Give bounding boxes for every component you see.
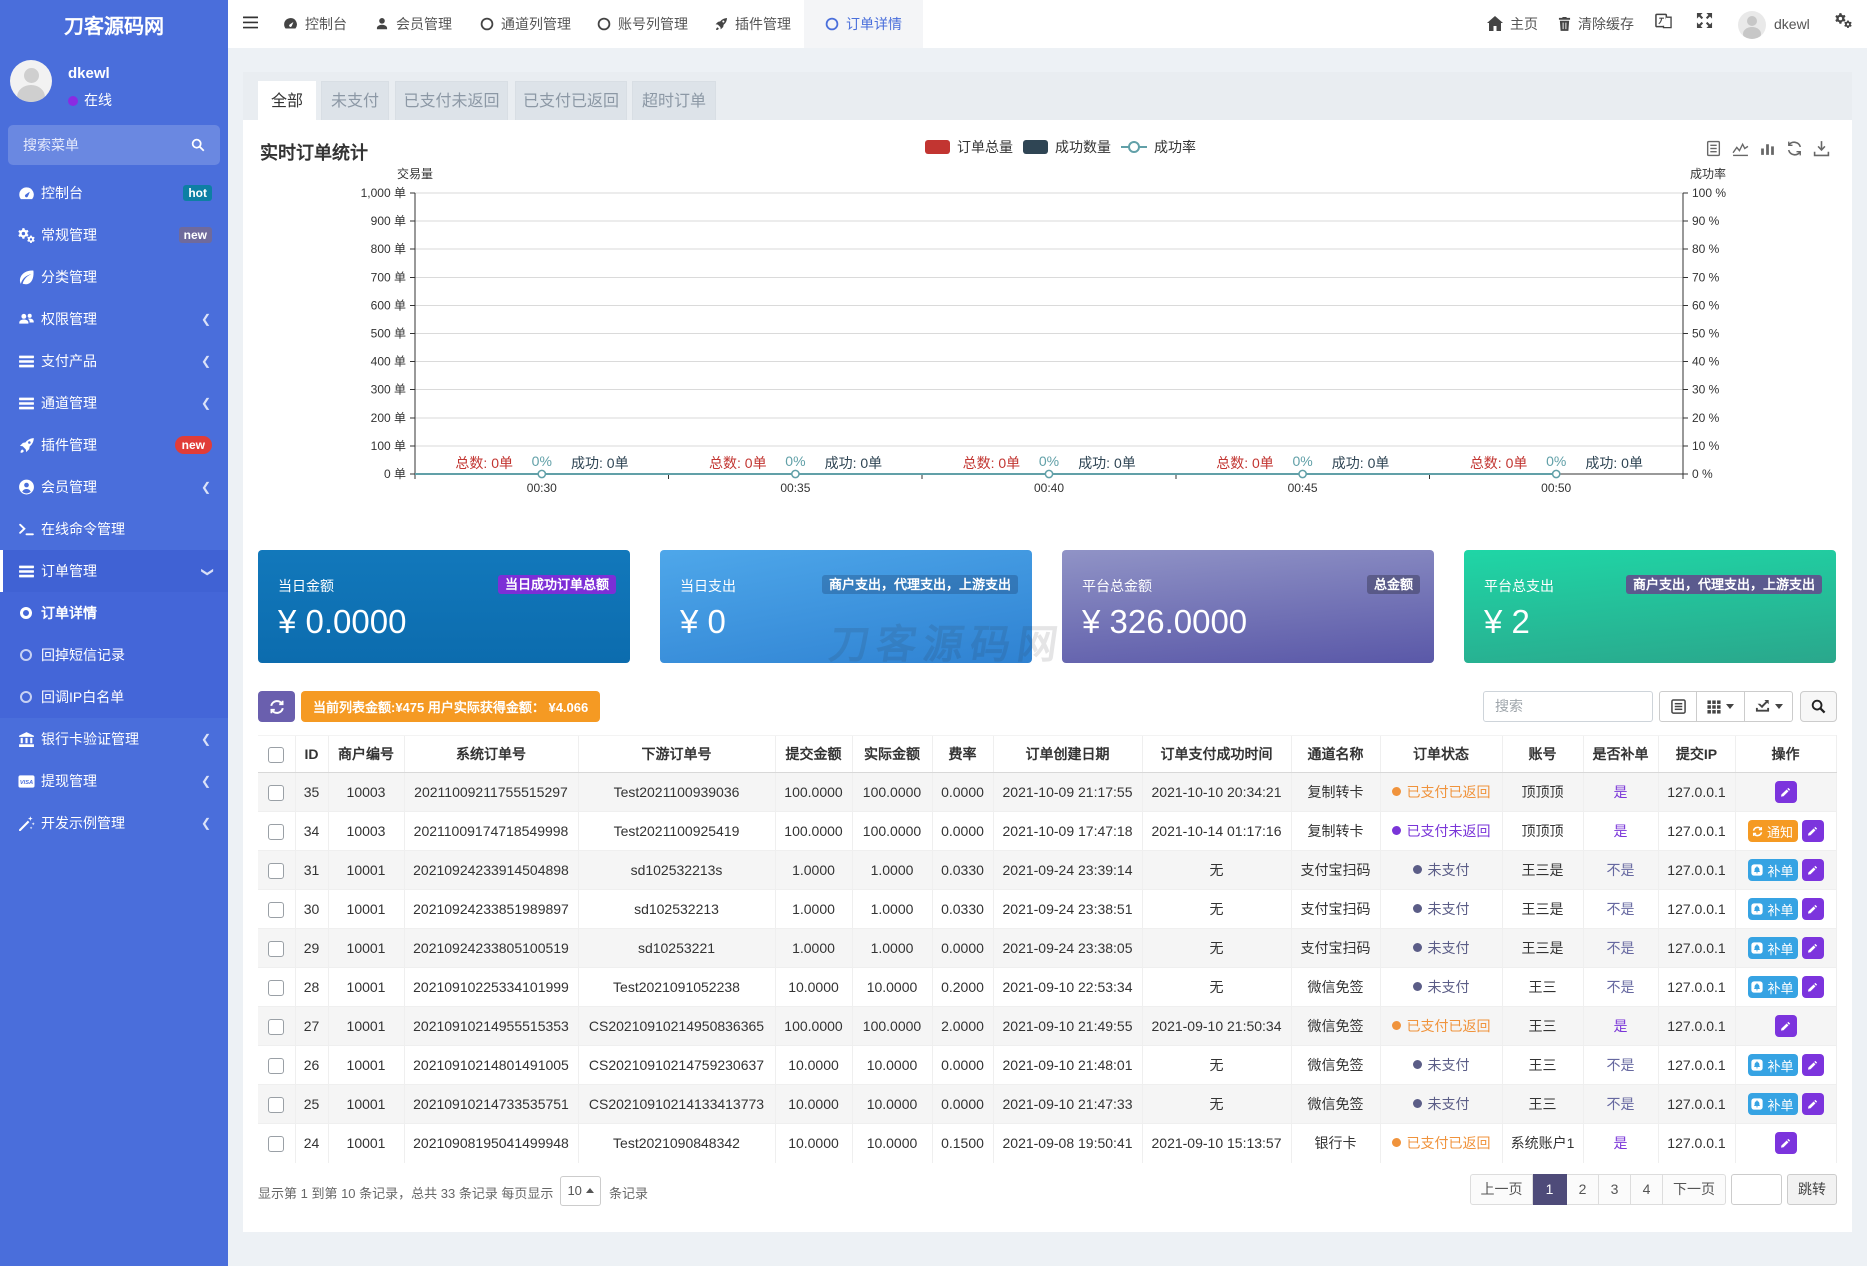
svg-text:30 %: 30 %: [1692, 383, 1720, 397]
svg-text:成功: 0单: 成功: 0单: [571, 455, 629, 471]
svg-text:0%: 0%: [1292, 453, 1312, 469]
svg-text:成功: 0单: 成功: 0单: [825, 455, 883, 471]
svg-text:成功: 0单: 成功: 0单: [1332, 455, 1390, 471]
svg-text:10 %: 10 %: [1692, 439, 1720, 453]
svg-text:0 %: 0 %: [1692, 467, 1713, 481]
svg-text:200 单: 200 单: [371, 411, 406, 425]
svg-text:300 单: 300 单: [371, 383, 406, 397]
svg-text:0%: 0%: [532, 453, 552, 469]
svg-text:100 单: 100 单: [371, 439, 406, 453]
svg-text:20 %: 20 %: [1692, 411, 1720, 425]
svg-text:总数: 0单: 总数: 0单: [1216, 455, 1274, 471]
svg-text:70 %: 70 %: [1692, 270, 1720, 284]
svg-text:1,000 单: 1,000 单: [361, 186, 406, 200]
svg-text:VISA: VISA: [20, 779, 33, 785]
svg-text:900 单: 900 单: [371, 214, 406, 228]
svg-text:40 %: 40 %: [1692, 355, 1720, 369]
svg-text:800 单: 800 单: [371, 242, 406, 256]
svg-text:700 单: 700 单: [371, 270, 406, 284]
svg-text:00:40: 00:40: [1034, 481, 1064, 495]
svg-text:00:50: 00:50: [1541, 481, 1571, 495]
svg-text:成功: 0单: 成功: 0单: [1585, 455, 1643, 471]
svg-text:总数: 0单: 总数: 0单: [963, 455, 1021, 471]
svg-text:总数: 0单: 总数: 0单: [709, 455, 767, 471]
svg-text:600 单: 600 单: [371, 298, 406, 312]
svg-text:00:30: 00:30: [527, 481, 557, 495]
svg-text:交易量: 交易量: [397, 166, 433, 181]
svg-text:100 %: 100 %: [1692, 186, 1726, 200]
svg-text:400 单: 400 单: [371, 355, 406, 369]
svg-text:500 单: 500 单: [371, 327, 406, 341]
svg-text:成功: 0单: 成功: 0单: [1078, 455, 1136, 471]
svg-text:60 %: 60 %: [1692, 298, 1720, 312]
svg-text:成功率: 成功率: [1690, 166, 1726, 181]
svg-text:50 %: 50 %: [1692, 327, 1720, 341]
svg-text:0 单: 0 单: [384, 467, 406, 481]
svg-text:80 %: 80 %: [1692, 242, 1720, 256]
svg-text:总数: 0单: 总数: 0单: [1470, 455, 1528, 471]
svg-text:0%: 0%: [785, 453, 805, 469]
svg-text:0%: 0%: [1039, 453, 1059, 469]
svg-text:90 %: 90 %: [1692, 214, 1720, 228]
svg-text:0%: 0%: [1546, 453, 1566, 469]
svg-text:总数: 0单: 总数: 0单: [455, 455, 513, 471]
svg-text:00:45: 00:45: [1288, 481, 1318, 495]
svg-text:00:35: 00:35: [780, 481, 810, 495]
